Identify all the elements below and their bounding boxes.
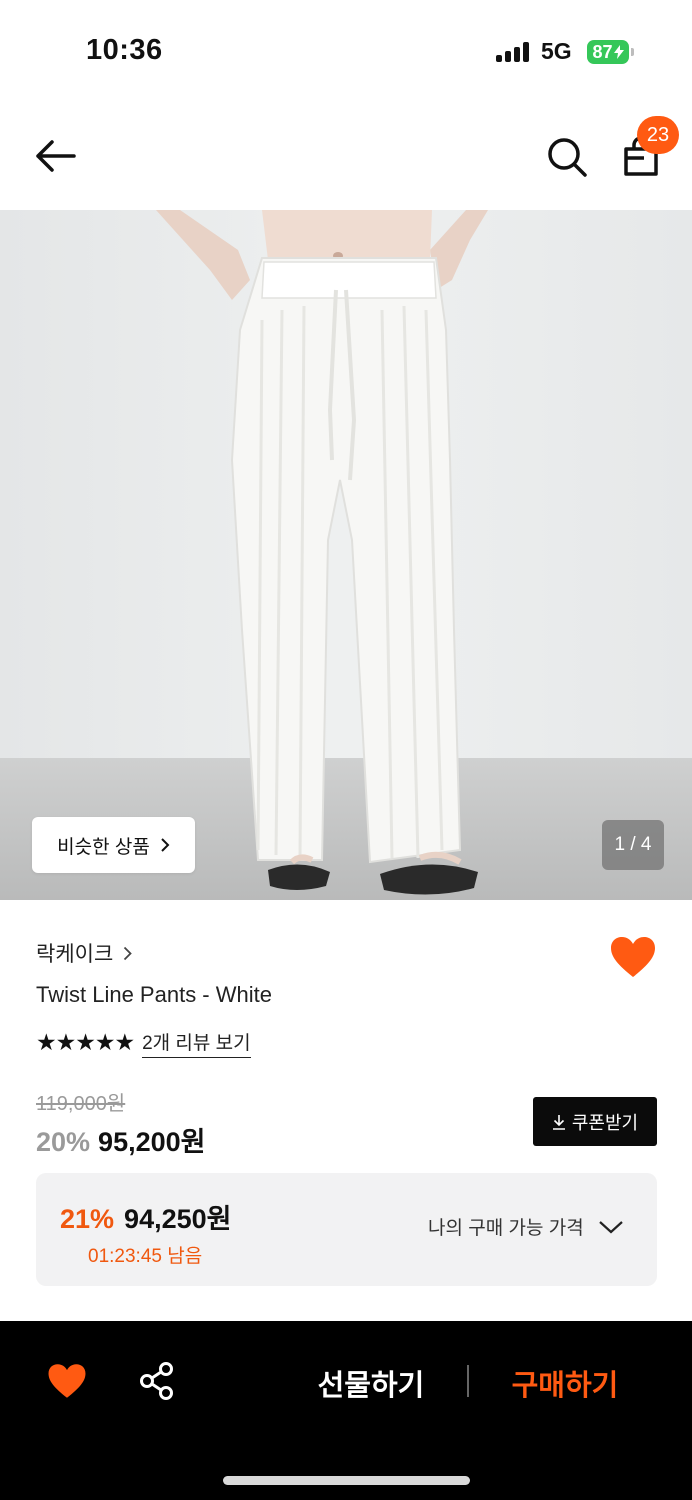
heart-icon: [611, 937, 655, 977]
status-time: 10:36: [86, 34, 163, 66]
similar-products-button[interactable]: 비슷한 상품: [32, 817, 195, 873]
top-navigation: [0, 100, 692, 210]
cart-count-badge: 23: [637, 116, 679, 154]
brand-name: 락케이크: [36, 943, 114, 966]
discount-rate: 20%: [36, 1127, 91, 1157]
network-type: 5G: [541, 38, 572, 64]
chevron-right-icon: [124, 946, 133, 960]
similar-products-label: 비슷한 상품: [57, 836, 150, 858]
arrow-left-icon: [36, 140, 76, 172]
product-photo: [0, 210, 692, 900]
battery-icon: 87: [587, 40, 629, 64]
my-price-row: 21% 94,250원: [60, 1197, 231, 1236]
back-button[interactable]: [30, 136, 82, 176]
bottom-wishlist-button[interactable]: [46, 1361, 88, 1401]
action-divider: [467, 1365, 469, 1397]
reviews-link[interactable]: 2개 리뷰 보기: [142, 1028, 251, 1058]
search-icon: [548, 138, 587, 177]
search-button[interactable]: [544, 134, 590, 180]
wishlist-button[interactable]: [608, 934, 658, 980]
share-button[interactable]: [138, 1361, 176, 1401]
battery-level: 87: [592, 41, 613, 62]
gift-button[interactable]: 선물하기: [306, 1361, 436, 1405]
my-discount-rate: 21%: [60, 1204, 115, 1234]
battery-cap: [631, 48, 634, 56]
product-image[interactable]: [0, 210, 692, 900]
image-page-indicator: 1 / 4: [602, 820, 664, 870]
signal-icon: [496, 42, 530, 62]
my-price-panel: 21% 94,250원 01:23:45 남음 나의 구매 가능 가격: [36, 1173, 657, 1286]
countdown-timer: 01:23:45 남음: [88, 1246, 203, 1267]
home-indicator: [223, 1476, 470, 1485]
charging-bolt-icon: [613, 45, 624, 59]
chevron-down-icon: [598, 1220, 623, 1233]
heart-icon: [48, 1364, 86, 1398]
my-price-value: 94,250원: [124, 1204, 232, 1234]
price-row: 20% 95,200원: [36, 1120, 205, 1159]
rating-stars: ★★★★★: [36, 1030, 135, 1056]
coupon-label: 쿠폰받기: [571, 1112, 639, 1133]
brand-link[interactable]: 락케이크: [36, 938, 133, 968]
sale-price: 95,200원: [98, 1127, 206, 1157]
original-price: 119,000원: [36, 1093, 126, 1115]
my-price-toggle-label: 나의 구매 가능 가격: [428, 1218, 584, 1239]
buy-button[interactable]: 구매하기: [500, 1361, 630, 1405]
my-price-toggle[interactable]: 나의 구매 가능 가격: [428, 1213, 624, 1240]
get-coupon-button[interactable]: 쿠폰받기: [533, 1097, 657, 1146]
status-bar: 10:36 5G 87: [0, 0, 692, 100]
share-icon: [140, 1362, 173, 1400]
product-name: Twist Line Pants - White: [36, 982, 272, 1007]
bottom-action-bar: 선물하기 구매하기: [0, 1321, 692, 1500]
download-icon: [552, 1114, 565, 1130]
chevron-right-icon: [161, 838, 170, 852]
rating-row: ★★★★★ 2개 리뷰 보기: [36, 1028, 251, 1058]
